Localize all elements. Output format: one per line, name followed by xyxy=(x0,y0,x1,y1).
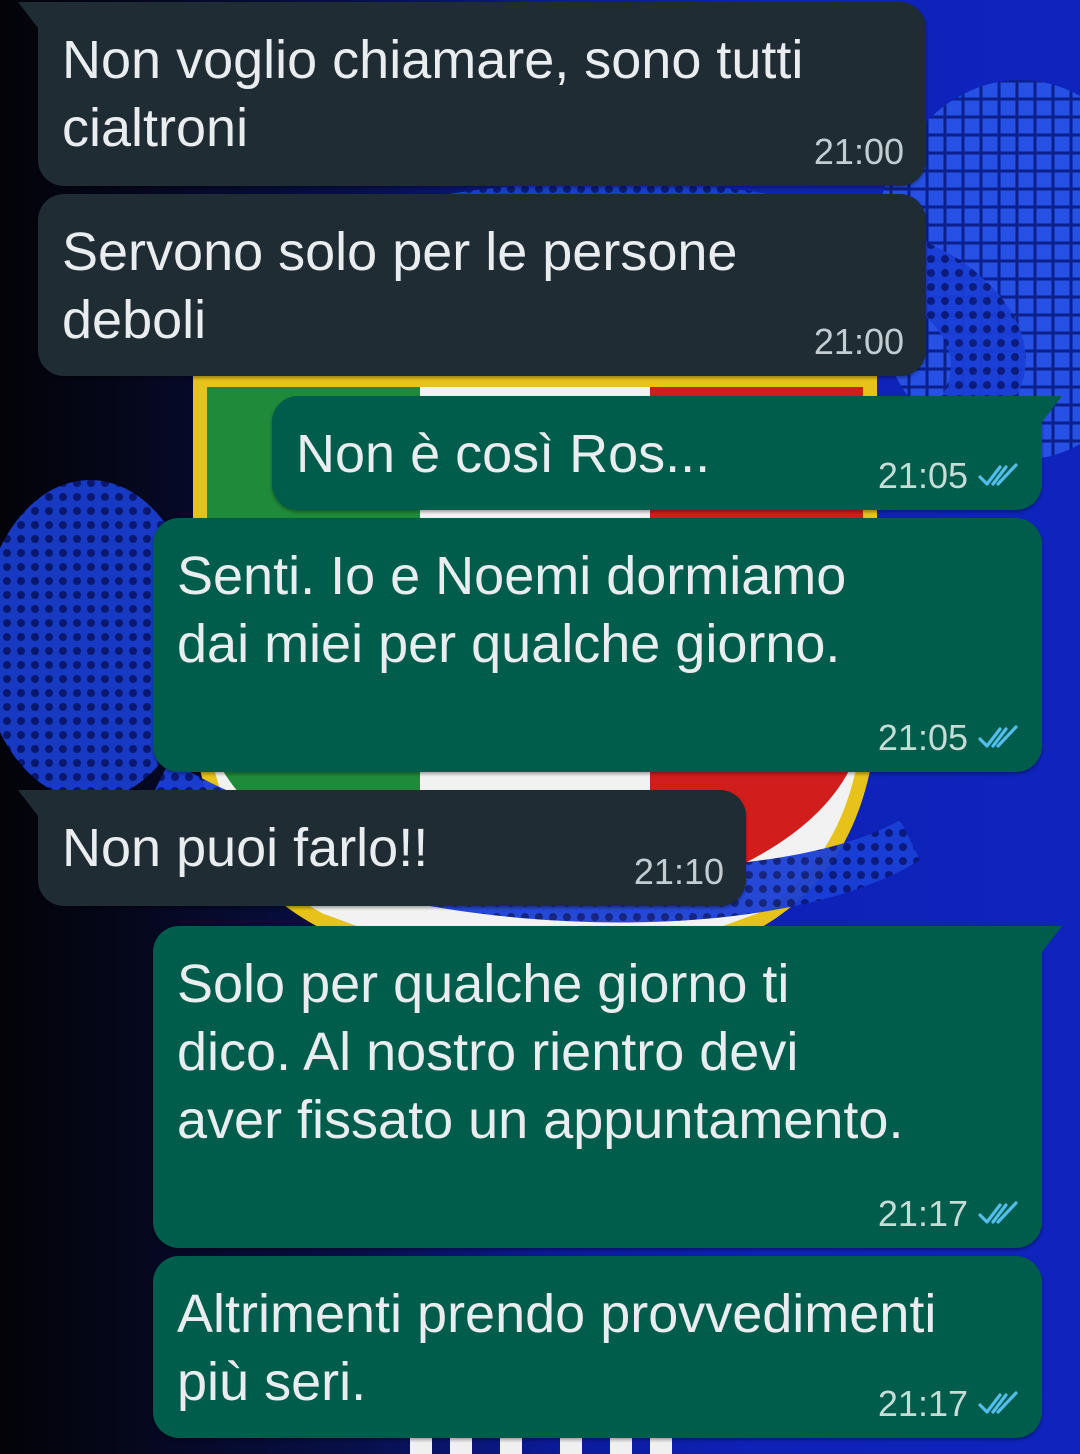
message-time: 21:00 xyxy=(813,321,904,362)
double-check-read-icon xyxy=(978,463,1018,486)
outgoing-message-bubble[interactable]: Senti. Io e Noemi dormiamo dai miei per … xyxy=(153,518,1042,772)
outgoing-message-bubble[interactable]: Altrimenti prendo provvedimenti più seri… xyxy=(153,1256,1042,1438)
message-text: Solo per qualche giorno ti dico. Al nost… xyxy=(177,954,904,1150)
incoming-message-bubble[interactable]: Servono solo per le persone deboli 21:00 xyxy=(38,194,926,376)
double-check-read-icon xyxy=(978,1391,1018,1414)
message-meta: 21:05 xyxy=(878,718,1020,758)
message-text: Non voglio chiamare, sono tutti cialtron… xyxy=(62,30,804,158)
bubble-tail xyxy=(18,790,38,816)
bubble-tail xyxy=(18,2,38,28)
message-time: 21:00 xyxy=(813,131,904,172)
message-time: 21:05 xyxy=(877,455,968,496)
double-check-read-icon xyxy=(978,725,1018,748)
message-text: Servono solo per le persone deboli xyxy=(62,222,738,350)
incoming-message-bubble[interactable]: Non voglio chiamare, sono tutti cialtron… xyxy=(18,2,926,186)
message-time: 21:17 xyxy=(877,1193,968,1234)
message-meta: 21:00 xyxy=(814,132,904,172)
message-meta: 21:00 xyxy=(814,322,904,362)
double-check-read-icon xyxy=(978,1201,1018,1224)
outgoing-message-bubble[interactable]: Solo per qualche giorno ti dico. Al nost… xyxy=(153,926,1062,1248)
incoming-message-bubble[interactable]: Non puoi farlo!! 21:10 xyxy=(18,790,746,906)
bubble-tail xyxy=(1042,396,1062,422)
message-meta: 21:17 xyxy=(878,1194,1020,1234)
outgoing-message-bubble[interactable]: Non è così Ros... 21:05 xyxy=(272,396,1062,510)
message-meta: 21:10 xyxy=(634,852,724,892)
message-time: 21:10 xyxy=(633,851,724,892)
bubble-tail xyxy=(1042,926,1062,952)
message-text: Non puoi farlo!! xyxy=(62,818,429,878)
message-meta: 21:05 xyxy=(878,456,1020,496)
message-time: 21:05 xyxy=(877,717,968,758)
message-text: Senti. Io e Noemi dormiamo dai miei per … xyxy=(177,546,847,674)
message-time: 21:17 xyxy=(877,1383,968,1424)
message-meta: 21:17 xyxy=(878,1384,1020,1424)
